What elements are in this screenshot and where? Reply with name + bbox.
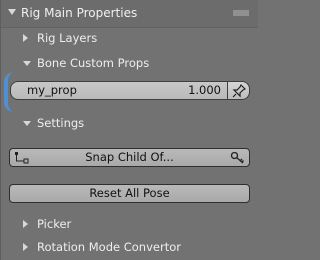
section-label: Picker	[37, 217, 72, 231]
collapse-arrow-icon	[23, 121, 31, 126]
snap-child-of-button[interactable]: Snap Child Of...	[9, 148, 250, 167]
section-label: Bone Custom Props	[37, 56, 150, 70]
section-label: Settings	[37, 116, 85, 130]
key-icon	[230, 151, 244, 164]
constraint-icon	[15, 152, 29, 164]
section-label: Rig Layers	[37, 31, 98, 45]
custom-property-row: my_prop 1.000	[10, 81, 251, 102]
panel-header[interactable]: Rig Main Properties	[1, 0, 258, 28]
collapse-triangle-icon[interactable]	[8, 9, 16, 15]
pin-button[interactable]	[228, 81, 250, 100]
property-value-field[interactable]: my_prop 1.000	[10, 81, 228, 100]
section-label: Rotation Mode Convertor	[37, 240, 181, 254]
expand-arrow-icon	[23, 243, 28, 251]
expand-arrow-icon	[23, 220, 28, 228]
collapse-arrow-icon	[23, 61, 31, 66]
pin-icon	[232, 84, 246, 98]
property-value: 1.000	[188, 83, 221, 97]
drag-grip-icon[interactable]	[233, 10, 249, 16]
button-label: Reset All Pose	[89, 186, 170, 200]
rig-main-properties-panel: Rig Main Properties Rig Layers Bone Cust…	[0, 0, 258, 260]
button-label: Snap Child Of...	[85, 150, 174, 164]
panel-title: Rig Main Properties	[21, 6, 138, 20]
expand-arrow-icon	[23, 34, 28, 42]
reset-all-pose-button[interactable]: Reset All Pose	[9, 184, 250, 203]
property-name: my_prop	[27, 83, 77, 97]
